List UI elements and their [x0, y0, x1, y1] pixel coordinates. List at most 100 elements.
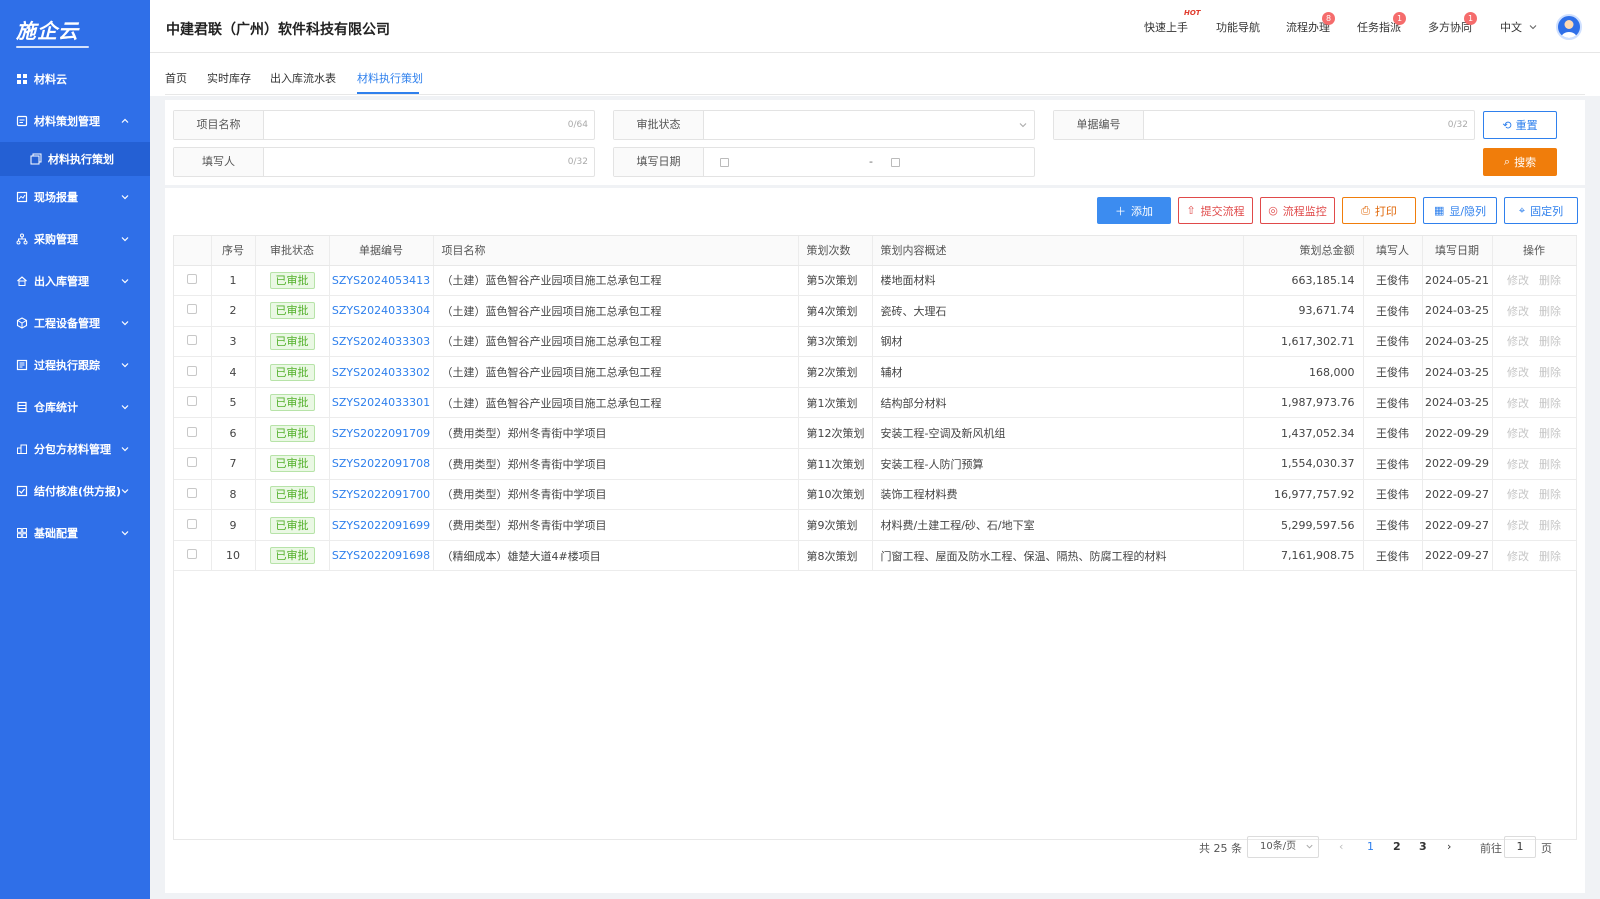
sidebar-item-inout[interactable]: 出入库管理	[0, 260, 150, 302]
delete-link[interactable]: 删除	[1539, 458, 1561, 471]
row-checkbox[interactable]	[187, 549, 198, 560]
cell-filler: 王俊伟	[1363, 326, 1423, 358]
edit-link[interactable]: 修改	[1507, 488, 1529, 501]
fill-date-range[interactable]: 填写日期 -	[613, 147, 1035, 177]
nav-quick-start[interactable]: 快速上手	[1144, 0, 1188, 53]
doc-no-field[interactable]: 单据编号 0/32	[1053, 110, 1475, 140]
delete-link[interactable]: 删除	[1539, 427, 1561, 440]
doc-code-link[interactable]: SZYS2024033301	[332, 396, 430, 409]
row-checkbox[interactable]	[187, 457, 198, 468]
col-header: 策划次数	[798, 236, 873, 266]
nav-function-guide[interactable]: 功能导航	[1216, 0, 1260, 53]
delete-link[interactable]: 删除	[1539, 397, 1561, 410]
row-checkbox[interactable]	[187, 487, 198, 498]
row-checkbox[interactable]	[187, 304, 198, 315]
user-avatar[interactable]	[1556, 14, 1582, 40]
doc-code-link[interactable]: SZYS2022091709	[332, 427, 430, 440]
goto-page-input[interactable]: 1	[1504, 836, 1536, 858]
print-button[interactable]: ⎙ 打印	[1342, 197, 1416, 224]
cell-status: 已审批	[255, 479, 330, 511]
page-number[interactable]: 1	[1367, 840, 1374, 853]
edit-link[interactable]: 修改	[1507, 274, 1529, 287]
add-button[interactable]: ＋ 添加	[1097, 197, 1171, 224]
nav-task-assign[interactable]: 任务指派	[1357, 0, 1401, 53]
delete-link[interactable]: 删除	[1539, 519, 1561, 532]
cell-text: 2024-03-25	[1425, 334, 1489, 348]
next-page-icon[interactable]: ›	[1447, 840, 1451, 853]
table-row[interactable]: 7 已审批 SZYS2022091708 （费用类型）郑州冬青街中学项目 第11次策划 安…	[174, 448, 1577, 480]
reset-button[interactable]: ⟲ 重置	[1483, 111, 1557, 139]
doc-code-link[interactable]: SZYS2022091700	[332, 488, 430, 501]
edit-link[interactable]: 修改	[1507, 335, 1529, 348]
edit-link[interactable]: 修改	[1507, 519, 1529, 532]
delete-link[interactable]: 删除	[1539, 305, 1561, 318]
cell-text: 6	[229, 426, 237, 440]
sidebar-item-settlement[interactable]: 结付核准(供方报)	[0, 470, 150, 512]
doc-code-link[interactable]: SZYS2022091699	[332, 519, 430, 532]
page-number[interactable]: 3	[1419, 840, 1427, 853]
cell-text: （费用类型）郑州冬青街中学项目	[441, 457, 607, 471]
row-checkbox[interactable]	[187, 396, 198, 407]
project-name-field[interactable]: 项目名称 0/64	[173, 110, 595, 140]
row-checkbox[interactable]	[187, 426, 198, 437]
delete-link[interactable]: 删除	[1539, 366, 1561, 379]
doc-code-link[interactable]: SZYS2024033302	[332, 366, 430, 379]
delete-link[interactable]: 删除	[1539, 488, 1561, 501]
edit-link[interactable]: 修改	[1507, 305, 1529, 318]
doc-code-link[interactable]: SZYS2022091698	[332, 549, 430, 562]
tab-inout-flow[interactable]: 出入库流水表	[270, 70, 336, 86]
sidebar-item-base-config[interactable]: 基础配置	[0, 512, 150, 554]
edit-link[interactable]: 修改	[1507, 458, 1529, 471]
row-checkbox[interactable]	[187, 518, 198, 529]
nav-collaboration[interactable]: 多方协同	[1428, 0, 1472, 53]
prev-page-icon[interactable]: ‹	[1339, 840, 1343, 853]
doc-code-link[interactable]: SZYS2024053413	[332, 274, 430, 287]
table-row[interactable]: 10 已审批 SZYS2022091698 （精细成本）雄楚大道4#楼项目 第8次策划 门…	[174, 540, 1577, 572]
doc-code-link[interactable]: SZYS2024033303	[332, 335, 430, 348]
row-checkbox[interactable]	[187, 365, 198, 376]
sidebar-item-material-planning[interactable]: 材料策划管理	[0, 100, 150, 142]
tab-realtime-stock[interactable]: 实时库存	[207, 70, 251, 86]
approval-status-select[interactable]: 审批状态	[613, 110, 1035, 140]
edit-link[interactable]: 修改	[1507, 427, 1529, 440]
table-row[interactable]: 1 已审批 SZYS2024053413 （土建）蓝色智谷产业园项目施工总承包工程 第5…	[174, 265, 1577, 297]
row-checkbox[interactable]	[187, 273, 198, 284]
table-row[interactable]: 9 已审批 SZYS2022091699 （费用类型）郑州冬青街中学项目 第9次策划 材料…	[174, 509, 1577, 541]
table-row[interactable]: 3 已审批 SZYS2024033303 （土建）蓝色智谷产业园项目施工总承包工程 第3…	[174, 326, 1577, 358]
table-row[interactable]: 2 已审批 SZYS2024033304 （土建）蓝色智谷产业园项目施工总承包工程 第4…	[174, 295, 1577, 327]
table-row[interactable]: 6 已审批 SZYS2022091709 （费用类型）郑州冬青街中学项目 第12次策划 安…	[174, 417, 1577, 450]
filler-field[interactable]: 填写人 0/32	[173, 147, 595, 177]
sidebar-item-equipment[interactable]: 工程设备管理	[0, 302, 150, 344]
page-size-select[interactable]: 10条/页	[1247, 836, 1319, 858]
app-logo[interactable]: 施企云	[0, 0, 150, 58]
sidebar-item-material-execution[interactable]: 材料执行策划	[0, 142, 150, 176]
sidebar-item-site-report[interactable]: 现场报量	[0, 176, 150, 218]
search-button[interactable]: ⌕ 搜索	[1483, 148, 1557, 176]
delete-link[interactable]: 删除	[1539, 274, 1561, 287]
sidebar-item-subcontract[interactable]: 分包方材料管理	[0, 428, 150, 470]
toggle-columns-button[interactable]: ▦ 显/隐列	[1423, 197, 1497, 224]
edit-link[interactable]: 修改	[1507, 366, 1529, 379]
doc-code-link[interactable]: SZYS2022091708	[332, 457, 430, 470]
table-row[interactable]: 5 已审批 SZYS2024033301 （土建）蓝色智谷产业园项目施工总承包工程 第1…	[174, 387, 1577, 419]
sidebar-item-process-tracking[interactable]: 过程执行跟踪	[0, 344, 150, 386]
tab-material-execution[interactable]: 材料执行策划	[357, 70, 423, 86]
delete-link[interactable]: 删除	[1539, 550, 1561, 563]
sidebar-item-material-cloud[interactable]: 材料云	[0, 58, 150, 100]
process-monitor-button[interactable]: ◎ 流程监控	[1260, 197, 1335, 224]
nav-process-handle[interactable]: 流程办理	[1286, 0, 1330, 53]
row-checkbox[interactable]	[187, 334, 198, 345]
sidebar-item-purchasing[interactable]: 采购管理	[0, 218, 150, 260]
table-row[interactable]: 4 已审批 SZYS2024033302 （土建）蓝色智谷产业园项目施工总承包工程 第2…	[174, 356, 1577, 388]
sidebar-item-warehouse-stats[interactable]: 仓库统计	[0, 386, 150, 428]
table-row[interactable]: 8 已审批 SZYS2022091700 （费用类型）郑州冬青街中学项目 第10次策划 装…	[174, 479, 1577, 511]
delete-link[interactable]: 删除	[1539, 335, 1561, 348]
language-select[interactable]: 中文	[1500, 0, 1538, 53]
edit-link[interactable]: 修改	[1507, 397, 1529, 410]
tab-home[interactable]: 首页	[165, 70, 187, 86]
fix-columns-button[interactable]: ⌖ 固定列	[1504, 197, 1578, 224]
edit-link[interactable]: 修改	[1507, 550, 1529, 563]
submit-process-button[interactable]: ⇧ 提交流程	[1178, 197, 1253, 224]
page-number[interactable]: 2	[1393, 840, 1401, 853]
doc-code-link[interactable]: SZYS2024033304	[332, 304, 430, 317]
